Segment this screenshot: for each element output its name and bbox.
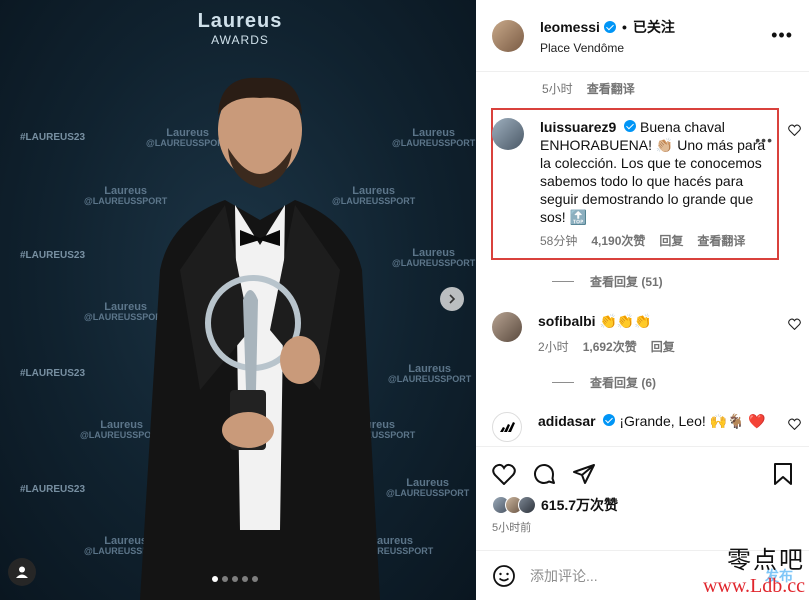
- comment-input[interactable]: 添加评论...: [530, 566, 598, 586]
- carousel-dot: [222, 576, 228, 582]
- post-location[interactable]: Place Vendôme: [540, 41, 675, 55]
- replies-divider: [552, 281, 574, 282]
- commenter-username[interactable]: sofibalbi: [538, 313, 596, 329]
- carousel-next-button[interactable]: [440, 287, 464, 311]
- user-icon: [16, 566, 28, 578]
- comment-meta: 58分钟 4,190次赞 回复 查看翻译: [540, 232, 770, 250]
- replies-divider: [552, 382, 574, 383]
- backdrop-logo-word: Laureus: [412, 247, 456, 259]
- caption-time: 5小时: [542, 82, 573, 96]
- backdrop-hashtag: #LAUREUS23: [20, 132, 86, 143]
- post-header: leomessi • 已关注 Place Vendôme •••: [476, 0, 809, 72]
- like-comment-heart-icon[interactable]: [788, 124, 801, 139]
- following-button[interactable]: 已关注: [633, 17, 675, 37]
- comment-text: ¡Grande, Leo! 🙌🐐 ❤️: [619, 413, 766, 429]
- person-with-trophy: [140, 77, 380, 600]
- emoji-icon[interactable]: [492, 564, 516, 588]
- comments-list[interactable]: 5小时 查看翻译 luissuarez9 Buena chaval ENHORA…: [476, 72, 809, 446]
- post-time-ago: 5小时前: [492, 522, 532, 534]
- site-watermark: 零点吧 www.Ldb.cc: [703, 540, 805, 598]
- verified-badge-icon: [603, 414, 616, 426]
- reply-button[interactable]: 回复: [659, 232, 683, 250]
- backdrop-logo-handle: @LAUREUSSPORT: [388, 374, 472, 384]
- carousel-indicators: [212, 576, 258, 582]
- see-translation-link[interactable]: 查看翻译: [697, 232, 745, 250]
- more-options-icon[interactable]: •••: [771, 26, 793, 44]
- backdrop-logo-handle: @LAUREUSSPORT: [386, 488, 470, 498]
- backdrop-hashtag: #LAUREUS23: [20, 250, 86, 261]
- watermark-url: www.Ldb.cc: [702, 575, 805, 597]
- likes-count[interactable]: 615.7万次赞: [541, 495, 618, 515]
- comment-likes[interactable]: 1,692次赞: [583, 338, 637, 356]
- carousel-dot: [242, 576, 248, 582]
- post-photo[interactable]: Laureus AWARDS #LAUREUS23 #LAUREUS23 #LA…: [0, 0, 476, 600]
- reply-button[interactable]: 回复: [651, 338, 675, 356]
- share-send-icon[interactable]: [572, 462, 596, 486]
- carousel-dot: [232, 576, 238, 582]
- author-username[interactable]: leomessi: [540, 19, 600, 35]
- carousel-dot: [212, 576, 218, 582]
- comment-text: 👏👏👏: [599, 313, 652, 329]
- verified-badge-icon: [603, 20, 616, 33]
- like-comment-heart-icon[interactable]: [788, 418, 801, 433]
- backdrop-logo-handle: @LAUREUSSPORT: [392, 138, 476, 148]
- comment-more-icon[interactable]: •••: [755, 132, 773, 148]
- post-side-panel: leomessi • 已关注 Place Vendôme ••• 5小时 查看翻…: [476, 0, 809, 600]
- header-separator: •: [621, 18, 627, 35]
- adidas-logo-icon[interactable]: [492, 412, 522, 442]
- backdrop-logo: Laureus @LAUREUSSPORT: [392, 247, 476, 269]
- backdrop-logo: Laureus @LAUREUSSPORT: [388, 363, 472, 385]
- view-replies-label: 查看回复 (6): [590, 376, 657, 390]
- comment-item: luissuarez9 Buena chaval ENHORABUENA! 👏🏼…: [492, 118, 801, 250]
- view-replies-toggle[interactable]: 查看回复 (51): [552, 273, 663, 290]
- commenter-username[interactable]: luissuarez9: [540, 119, 616, 135]
- comment-meta: 2小时 1,692次赞 回复: [538, 338, 768, 356]
- comment-time: 58分钟: [540, 234, 578, 248]
- comment-time: 2小时: [538, 340, 569, 354]
- commenter-avatar[interactable]: [492, 312, 522, 342]
- comment-likes[interactable]: 4,190次赞: [591, 232, 645, 250]
- post-actions: 615.7万次赞 5小时前: [476, 446, 809, 535]
- commenter-avatar[interactable]: [492, 118, 524, 150]
- laureus-awards-logo: Laureus AWARDS: [190, 10, 290, 47]
- backdrop-logo-word: Laureus: [406, 477, 450, 489]
- laureus-logo-word: Laureus: [197, 10, 283, 32]
- liker-avatar: [518, 496, 536, 514]
- backdrop-logo-handle: @LAUREUSSPORT: [392, 258, 476, 268]
- commenter-username[interactable]: adidasar: [538, 413, 596, 429]
- caption-meta: 5小时 查看翻译: [542, 80, 635, 97]
- save-bookmark-icon[interactable]: [773, 462, 793, 486]
- watermark-chinese: 零点吧: [727, 546, 805, 574]
- backdrop-logo-word: Laureus: [408, 363, 452, 375]
- comment-bubble-icon[interactable]: [532, 462, 556, 486]
- backdrop-logo-word: Laureus: [412, 127, 456, 139]
- verified-badge-icon: [624, 120, 637, 132]
- liker-avatars: [492, 496, 536, 514]
- backdrop-logo: Laureus @LAUREUSSPORT: [392, 127, 476, 149]
- like-heart-icon[interactable]: [492, 463, 516, 485]
- view-replies-toggle[interactable]: 查看回复 (6): [552, 374, 656, 391]
- carousel-dot: [252, 576, 258, 582]
- view-replies-label: 查看回复 (51): [590, 275, 663, 289]
- like-comment-heart-icon[interactable]: [788, 318, 801, 333]
- laureus-logo-sub: AWARDS: [211, 33, 269, 47]
- chevron-right-icon: [449, 294, 456, 304]
- see-translation-link[interactable]: 查看翻译: [587, 80, 635, 97]
- backdrop-logo: Laureus @LAUREUSSPORT: [386, 477, 470, 499]
- author-avatar[interactable]: [492, 19, 524, 52]
- comment-item: adidasar ¡Grande, Leo! 🙌🐐 ❤️: [492, 412, 801, 442]
- backdrop-hashtag: #LAUREUS23: [20, 368, 86, 379]
- backdrop-hashtag: #LAUREUS23: [20, 484, 86, 495]
- likes-summary[interactable]: 615.7万次赞: [492, 495, 793, 515]
- comment-item: sofibalbi 👏👏👏 2小时 1,692次赞 回复: [492, 312, 801, 356]
- tagged-users-button[interactable]: [8, 558, 36, 586]
